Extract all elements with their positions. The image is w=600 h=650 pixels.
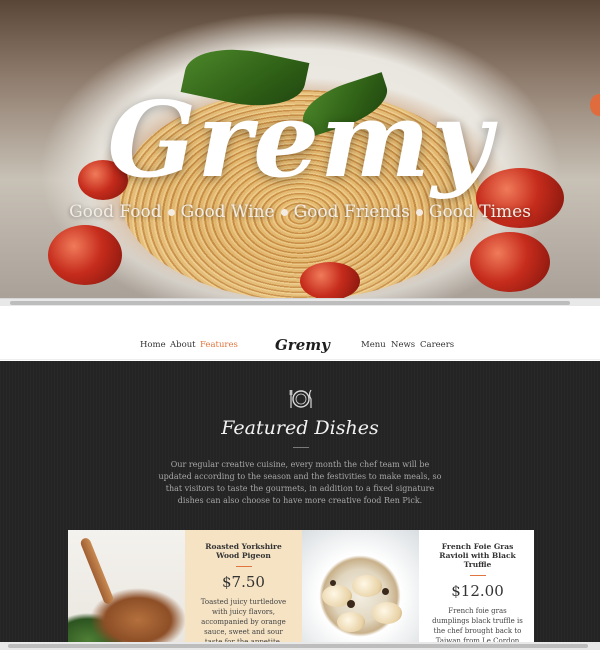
tagline-item: Good Food [69,202,162,222]
ravioli-piece [372,602,402,624]
nav-link-features[interactable]: Features [200,340,238,350]
scrollbar-thumb[interactable] [8,644,588,648]
truffle-piece [330,580,336,586]
bullet-dot [167,209,175,216]
bullet-dot [415,209,423,216]
nav-brand-logo[interactable]: Gremy [275,336,330,354]
ravioli-piece [337,612,365,632]
roasted-pigeon-photo[interactable] [68,530,185,650]
dish-card[interactable]: Roasted Yorkshire Wood Pigeon $7.50 Toas… [185,530,302,650]
hero-banner: Gremy Good Food Good Wine Good Friends Good… [0,0,600,300]
bullet-dot [280,209,288,216]
hero-tagline: Good Food Good Wine Good Friends Good Times [0,202,600,222]
nav-link-news[interactable]: News [391,340,415,350]
dish-divider [235,566,252,567]
pigeon-leg [79,536,115,606]
scrollbar-thumb[interactable] [10,301,570,305]
section-intro-text: Our regular creative cuisine, every mont… [158,460,442,505]
cutlery-plate-icon [289,389,312,408]
dish-name: French Foie Gras Ravioli with Black Truf… [439,542,516,569]
hero-brand-title: Gremy [107,78,493,201]
nav-link-about[interactable]: About [170,340,196,350]
dish-card[interactable]: French Foie Gras Ravioli with Black Truf… [419,530,534,650]
nav-link-home[interactable]: Home [140,340,166,350]
section-title: Featured Dishes [221,417,379,439]
dish-cards-row: Roasted Yorkshire Wood Pigeon $7.50 Toas… [68,530,534,650]
truffle-piece [347,600,355,608]
horizontal-scrollbar[interactable] [0,298,600,306]
tomato-decoration [48,225,122,285]
tomato-decoration [300,262,360,300]
dish-price: $12.00 [451,582,504,600]
title-divider [293,447,309,448]
dish-price: $7.50 [222,573,265,591]
main-nav: Home About Features Gremy Menu News Care… [0,334,600,360]
foie-gras-ravioli-photo[interactable] [302,530,419,650]
featured-dishes-section: Featured Dishes Our regular creative cui… [0,361,600,650]
horizontal-scrollbar[interactable] [0,642,600,650]
tomato-decoration [470,232,550,292]
ravioli-piece [352,575,382,597]
tagline-item: Good Friends [293,202,410,222]
tagline-item: Good Wine [180,202,275,222]
dish-name: Roasted Yorkshire Wood Pigeon [205,542,282,560]
nav-link-careers[interactable]: Careers [420,340,454,350]
truffle-piece [382,588,389,595]
nav-link-menu[interactable]: Menu [361,340,386,350]
tagline-item: Good Times [428,202,531,222]
dish-divider [469,575,486,576]
